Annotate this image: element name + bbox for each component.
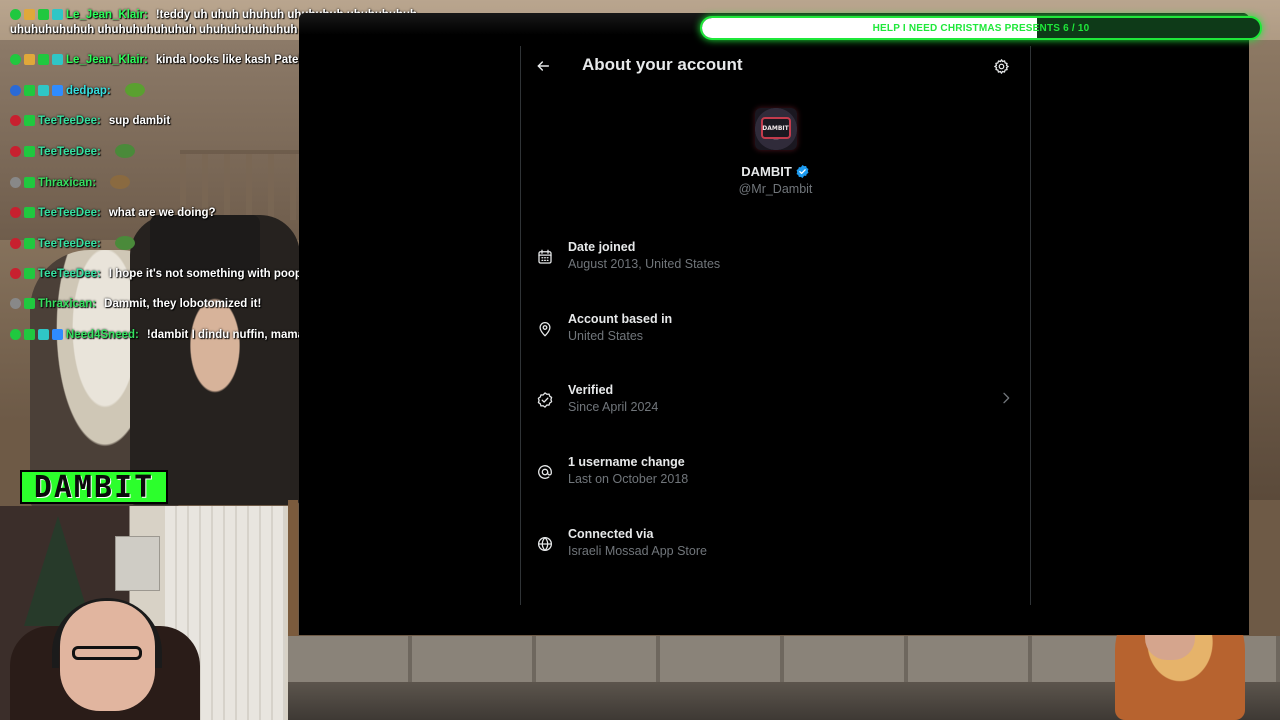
chat-username[interactable]: Thraxican:: [38, 298, 96, 310]
chat-text: kinda looks like kash Patel: [155, 54, 302, 66]
chat-username[interactable]: Le_Jean_Klair:: [66, 54, 148, 66]
chat-badge-icon: [24, 298, 35, 309]
at-sign-icon: [535, 462, 555, 482]
info-item-title: Account based in: [568, 311, 673, 326]
chat-emote-icon: [124, 83, 145, 97]
chat-badge-icon: [10, 85, 21, 96]
chat-badge-icon: [10, 207, 21, 218]
webcam-glasses: [72, 646, 142, 660]
chat-text: what are we doing?: [108, 207, 216, 219]
info-item-subtitle: Israeli Mossad App Store: [568, 543, 707, 558]
chat-username[interactable]: Le_Jean_Klair:: [66, 9, 148, 21]
chat-username[interactable]: TeeTeeDee:: [38, 115, 101, 127]
info-item-subtitle: Last on October 2018: [568, 472, 689, 487]
gear-icon: [993, 58, 1009, 74]
scene-basket: [288, 500, 298, 640]
verified-check-icon: [535, 390, 555, 410]
chat-username[interactable]: TeeTeeDee:: [38, 238, 101, 250]
arrow-left-icon: [537, 61, 550, 71]
chat-emote-icon: [114, 144, 135, 158]
chat-badge-icon: [24, 329, 35, 340]
avatar[interactable]: DAMBIT: [754, 108, 797, 150]
page-title: About your account: [582, 55, 743, 74]
info-item-connected-via: Connected via Israeli Mossad App Store: [521, 523, 1030, 595]
info-item-title: Connected via: [568, 526, 654, 541]
chat-badge-icon: [52, 54, 63, 65]
chat-badge-icon: [10, 54, 21, 65]
chat-username[interactable]: dedpap:: [66, 85, 111, 97]
chat-badge-icon: [10, 177, 21, 188]
display-name-row: DAMBIT: [521, 164, 1030, 179]
webcam-wall-unit: [115, 536, 160, 591]
avatar-tv-logo: DAMBIT: [760, 117, 791, 139]
streamer-logo: DAMBIT: [20, 470, 168, 505]
info-item-title: 1 username change: [568, 455, 685, 470]
chat-text: Dammit, they lobotomized it!: [104, 298, 262, 310]
chat-username[interactable]: Thraxican:: [38, 177, 96, 189]
chat-badge-icon: [24, 146, 35, 157]
about-account-panel: About your account DAMBIT DAMBIT @Mr_Dam…: [520, 46, 1031, 605]
info-item-subtitle: United States: [568, 328, 644, 343]
chevron-right-icon[interactable]: [998, 390, 1014, 406]
chat-badge-icon: [10, 268, 21, 279]
chat-badge-icon: [24, 268, 35, 279]
info-item-subtitle: August 2013, United States: [568, 257, 721, 271]
streamer-webcam: [0, 506, 288, 720]
chat-badge-icon: [24, 238, 35, 249]
account-info-list: Date joined August 2013, United States Acc…: [521, 236, 1030, 594]
chat-badge-icon: [24, 85, 35, 96]
chat-badge-icon: [10, 9, 21, 20]
info-item-account-based-in: Account based in United States: [521, 308, 1030, 380]
chat-text: sup dambit: [108, 115, 171, 127]
chat-username[interactable]: Need4Sneed:: [66, 329, 139, 341]
goal-text: HELP I NEED CHRISTMAS PRESENTS 6 / 10: [872, 22, 1090, 34]
chat-badge-icon: [24, 177, 35, 188]
chat-badge-icon: [10, 329, 21, 340]
chat-badge-icon: [24, 115, 35, 126]
chat-badge-icon: [24, 54, 35, 65]
browser-window: About your account DAMBIT DAMBIT @Mr_Dam…: [299, 13, 1249, 635]
chat-emote-icon: [110, 175, 131, 189]
chat-badge-icon: [24, 207, 35, 218]
chat-username[interactable]: TeeTeeDee:: [38, 146, 101, 158]
chat-badge-icon: [38, 54, 49, 65]
globe-icon: [535, 534, 555, 554]
chat-badge-icon: [24, 9, 35, 20]
settings-button[interactable]: [989, 54, 1013, 78]
chat-badge-icon: [38, 9, 49, 20]
calendar-icon: [535, 247, 555, 267]
account-handle: @Mr_Dambit: [738, 182, 813, 196]
info-item-verified[interactable]: Verified Since April 2024: [521, 379, 1030, 451]
info-item-subtitle: Since April 2024: [568, 400, 659, 415]
chat-username[interactable]: TeeTeeDee:: [38, 268, 101, 280]
info-item-title: Date joined: [568, 240, 636, 254]
chat-username[interactable]: TeeTeeDee:: [38, 207, 101, 219]
info-item-title: Verified: [568, 383, 614, 398]
donation-goal-bar: HELP I NEED CHRISTMAS PRESENTS 6 / 10: [700, 16, 1262, 40]
back-button[interactable]: [531, 54, 555, 78]
info-item-date-joined: Date joined August 2013, United States: [521, 236, 1030, 308]
chat-badge-icon: [10, 298, 21, 309]
profile-summary: DAMBIT DAMBIT @Mr_Dambit: [521, 108, 1030, 196]
chat-badge-icon: [10, 115, 21, 126]
chat-badge-icon: [52, 9, 63, 20]
chat-badge-icon: [38, 85, 49, 96]
info-item-1-username-change: 1 username change Last on October 2018: [521, 451, 1030, 523]
chat-badge-icon: [52, 85, 63, 96]
chat-badge-icon: [38, 329, 49, 340]
chat-badge-icon: [10, 146, 21, 157]
chat-emote-icon: [114, 236, 135, 250]
verified-badge-icon: [796, 164, 809, 179]
chat-badge-icon: [52, 329, 63, 340]
location-pin-icon: [535, 319, 555, 339]
panel-header: About your account: [521, 46, 1030, 86]
chat-badge-icon: [10, 238, 21, 249]
display-name: DAMBIT: [741, 164, 792, 179]
